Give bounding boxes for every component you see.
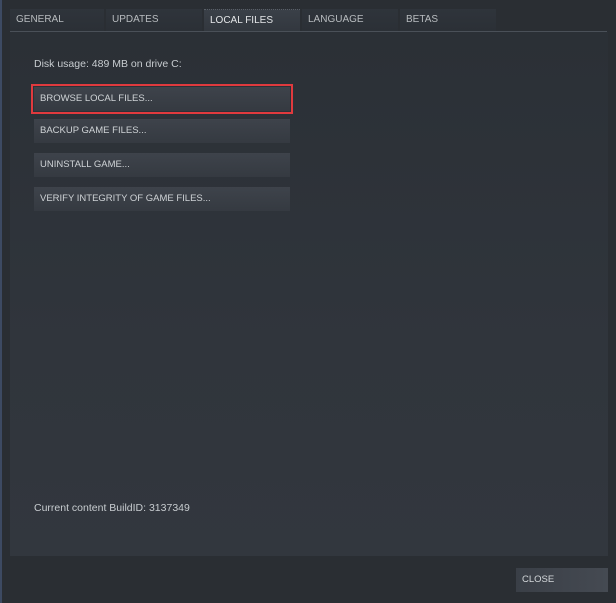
window-edge (0, 0, 2, 603)
backup-game-files-button[interactable]: BACKUP GAME FILES... (34, 119, 290, 143)
tab-general[interactable]: GENERAL (10, 9, 104, 31)
tab-local-files[interactable]: LOCAL FILES (204, 9, 300, 32)
tab-betas[interactable]: BETAS (400, 9, 496, 31)
close-button[interactable]: CLOSE (516, 568, 608, 592)
verify-integrity-button[interactable]: VERIFY INTEGRITY OF GAME FILES... (34, 187, 290, 211)
browse-local-files-button[interactable]: BROWSE LOCAL FILES... (31, 84, 293, 114)
tab-language[interactable]: LANGUAGE (302, 9, 398, 31)
disk-usage-label: Disk usage: 489 MB on drive C: (34, 58, 182, 70)
tab-updates[interactable]: UPDATES (106, 9, 202, 31)
build-id-label: Current content BuildID: 3137349 (34, 502, 190, 514)
uninstall-game-button[interactable]: UNINSTALL GAME... (34, 153, 290, 177)
tab-bar: GENERAL UPDATES LOCAL FILES LANGUAGE BET… (10, 9, 498, 32)
